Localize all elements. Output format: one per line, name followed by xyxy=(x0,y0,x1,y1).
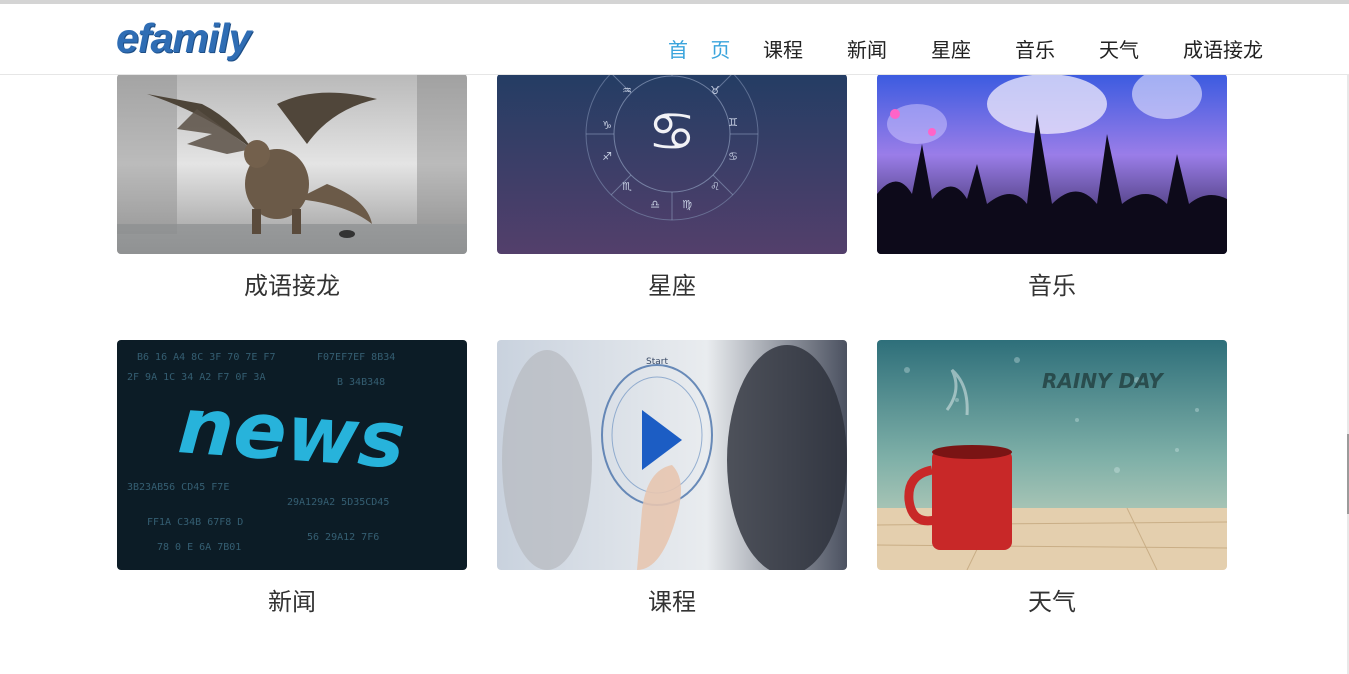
svg-text:♌: ♌ xyxy=(710,180,720,193)
nav-horoscope[interactable]: 星座 xyxy=(931,38,971,62)
card-title[interactable]: 天气 xyxy=(877,587,1227,617)
svg-text:♋: ♋ xyxy=(648,100,696,163)
dragon-image[interactable] xyxy=(117,74,467,254)
nav-news[interactable]: 新闻 xyxy=(847,38,887,62)
rainy-day-mug-image[interactable]: RAINY DAY xyxy=(877,340,1227,570)
svg-text:♋: ♋ xyxy=(728,150,738,163)
svg-text:♉: ♉ xyxy=(710,84,720,97)
svg-text:♍: ♍ xyxy=(682,198,692,211)
svg-text:♊: ♊ xyxy=(728,116,738,129)
svg-text:56 29A12 7F6: 56 29A12 7F6 xyxy=(307,532,379,543)
nav-home[interactable]: 首 页 xyxy=(668,38,738,62)
svg-text:FF1A C34B 67F8 D: FF1A C34B 67F8 D xyxy=(147,517,243,528)
nav-weather[interactable]: 天气 xyxy=(1099,38,1139,62)
svg-text:78 0 E 6A 7B01: 78 0 E 6A 7B01 xyxy=(157,542,241,553)
news-word: news xyxy=(175,381,408,487)
svg-text:F07EF7EF 8B34: F07EF7EF 8B34 xyxy=(317,352,395,363)
svg-text:B 34B348: B 34B348 xyxy=(337,377,385,388)
top-navbar: efamily 首 页 课程 新闻 星座 音乐 天气 成语接龙 xyxy=(0,4,1347,75)
card-title[interactable]: 星座 xyxy=(497,271,847,301)
svg-text:♎: ♎ xyxy=(650,198,660,211)
nav-courses[interactable]: 课程 xyxy=(763,38,803,62)
card-title[interactable]: 课程 xyxy=(497,587,847,617)
concert-image[interactable] xyxy=(877,74,1227,254)
svg-text:♐: ♐ xyxy=(602,150,612,163)
svg-text:B6 16 A4 8C 3F 70 7E F7: B6 16 A4 8C 3F 70 7E F7 xyxy=(137,352,275,363)
svg-text:♏: ♏ xyxy=(622,180,632,193)
card-title[interactable]: 音乐 xyxy=(877,271,1227,301)
start-label: Start xyxy=(646,357,668,367)
card-title[interactable]: 成语接龙 xyxy=(117,271,467,301)
rainy-day-text: RAINY DAY xyxy=(1042,369,1165,393)
play-button-image[interactable]: Start xyxy=(497,340,847,570)
svg-text:♑: ♑ xyxy=(602,119,612,132)
nav-idiom-chain[interactable]: 成语接龙 xyxy=(1183,38,1263,62)
zodiac-image[interactable]: ♒ ♉ ♑ ♊ ♐ ♋ ♏ ♌ ♎ ♍ ♋ xyxy=(497,74,847,254)
efamily-logo[interactable]: efamily xyxy=(116,18,251,59)
card-title[interactable]: 新闻 xyxy=(117,587,467,617)
nav-music[interactable]: 音乐 xyxy=(1015,38,1055,62)
svg-text:♒: ♒ xyxy=(622,84,632,97)
svg-text:29A129A2 5D35CD45: 29A129A2 5D35CD45 xyxy=(287,497,389,508)
svg-text:3B23AB56 CD45 F7E: 3B23AB56 CD45 F7E xyxy=(127,482,229,493)
news-image[interactable]: B6 16 A4 8C 3F 70 7E F7 F07EF7EF 8B34 2F… xyxy=(117,340,467,570)
